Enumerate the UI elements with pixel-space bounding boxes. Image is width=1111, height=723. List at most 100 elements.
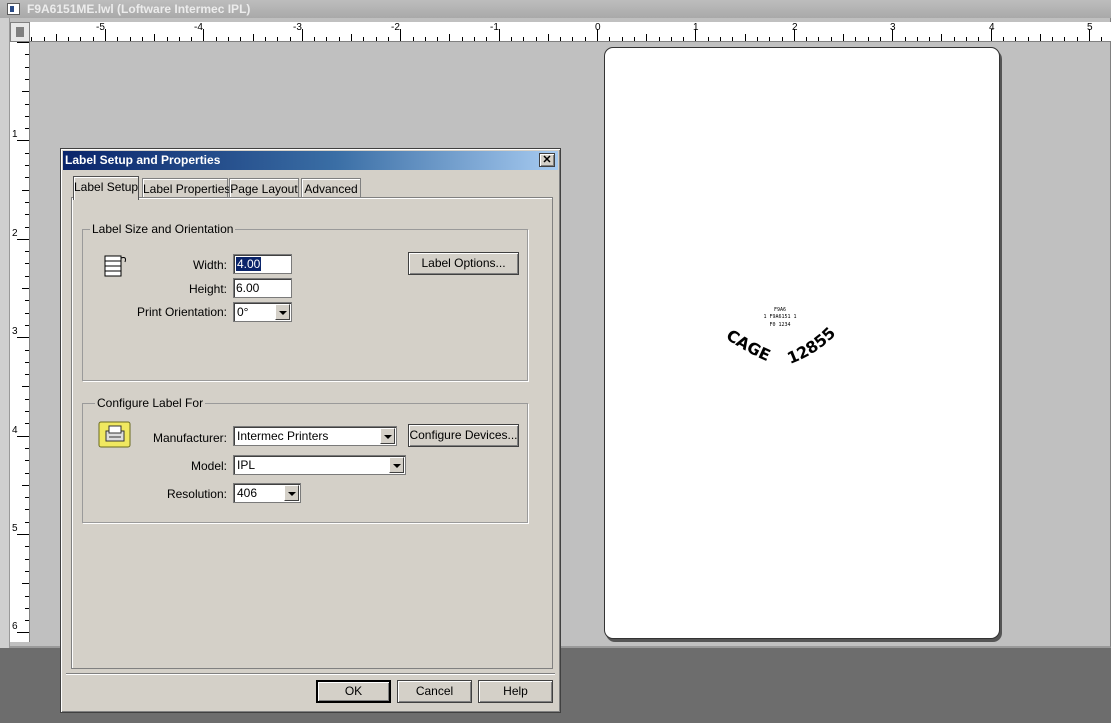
tab-label-setup[interactable]: Label Setup <box>73 176 139 200</box>
ruler-tick <box>25 497 29 498</box>
label-options-button[interactable]: Label Options... <box>408 252 519 275</box>
ruler-tick <box>22 190 29 191</box>
ruler-tick <box>351 34 352 41</box>
ruler-tick <box>806 37 807 41</box>
ruler-tick <box>1015 37 1016 41</box>
ruler-tick <box>855 37 856 41</box>
chevron-down-icon[interactable] <box>275 304 290 320</box>
ruler-tick <box>572 37 573 41</box>
label-arc-text-code: 12855 <box>784 323 839 368</box>
ruler-tick <box>25 473 29 474</box>
ruler-tick <box>25 448 29 449</box>
ruler-tick <box>22 288 29 289</box>
ruler-tick <box>191 37 192 41</box>
ruler-tick <box>117 37 118 41</box>
ruler-tick <box>954 37 955 41</box>
ruler-tick <box>1028 37 1029 41</box>
ruler-tick <box>339 37 340 41</box>
left-frame-strip <box>0 18 10 648</box>
ruler-tick <box>646 34 647 41</box>
ruler-label: -4 <box>194 22 203 33</box>
ruler-tick <box>253 34 254 41</box>
printer-icon <box>98 421 131 448</box>
ruler-tick <box>929 37 930 41</box>
ruler-tick <box>462 37 463 41</box>
ruler-label: 1 <box>12 129 18 140</box>
manufacturer-value: Intermec Printers <box>237 429 329 443</box>
ruler-tick <box>425 37 426 41</box>
ruler-tick <box>22 485 29 486</box>
ruler-tick <box>56 34 57 41</box>
ruler-tick <box>818 37 819 41</box>
ruler-label: -2 <box>391 22 400 33</box>
ruler-tick <box>1040 34 1041 41</box>
ruler-tick <box>290 37 291 41</box>
tab-page-layout[interactable]: Page Layout <box>229 178 299 199</box>
ruler-tick <box>44 37 45 41</box>
cancel-button[interactable]: Cancel <box>397 680 472 703</box>
ruler-tick <box>25 313 29 314</box>
ruler-tick <box>1003 37 1004 41</box>
ruler-tick <box>17 632 29 633</box>
ruler-tick <box>769 37 770 41</box>
manufacturer-label: Manufacturer: <box>152 431 227 445</box>
ruler-tick <box>1052 37 1053 41</box>
tab-label-properties[interactable]: Label Properties <box>142 178 230 199</box>
ruler-tick <box>634 37 635 41</box>
ruler-tick <box>31 37 32 41</box>
chevron-down-icon[interactable] <box>389 457 404 473</box>
ruler-tick <box>622 37 623 41</box>
vertical-ruler: 1 2 3 4 5 6 <box>10 42 30 642</box>
ruler-tick <box>376 37 377 41</box>
ruler-tick <box>302 29 303 41</box>
help-button[interactable]: Help <box>478 680 553 703</box>
resolution-select[interactable]: 406 <box>233 483 301 503</box>
ruler-tick <box>25 325 29 326</box>
print-orientation-select[interactable]: 0° <box>233 302 292 322</box>
configure-devices-button[interactable]: Configure Devices... <box>408 424 519 447</box>
width-field[interactable]: 4.00 <box>233 254 292 274</box>
ruler-tick <box>25 411 29 412</box>
ruler-tick <box>745 34 746 41</box>
ruler-tick <box>93 37 94 41</box>
manufacturer-select[interactable]: Intermec Printers <box>233 426 397 446</box>
ruler-tick <box>25 571 29 572</box>
ruler-tick <box>25 460 29 461</box>
ruler-tick <box>1077 37 1078 41</box>
label-arc-text-cage: CAGE <box>723 326 774 366</box>
print-orientation-label: Print Orientation: <box>136 305 227 319</box>
ruler-tick <box>17 42 29 43</box>
ruler-tick <box>25 559 29 560</box>
ruler-tick <box>388 37 389 41</box>
ruler-tick <box>941 34 942 41</box>
height-field[interactable]: 6.00 <box>233 278 292 298</box>
ok-button[interactable]: OK <box>316 680 391 703</box>
ruler-tick <box>25 128 29 129</box>
ruler-tick <box>499 29 500 41</box>
close-icon[interactable]: ✕ <box>539 153 555 167</box>
configure-label-group-title: Configure Label For <box>95 396 206 410</box>
label-small-line-2: 1 F9A6151 1 <box>763 314 796 320</box>
ruler-tick <box>966 37 967 41</box>
ruler-label: 2 <box>12 228 18 239</box>
dialog-title-bar[interactable]: Label Setup and Properties ✕ <box>63 151 558 170</box>
model-label: Model: <box>190 459 227 473</box>
label-small-line-3: F0 1234 <box>769 322 790 328</box>
tab-advanced[interactable]: Advanced <box>301 178 361 199</box>
ruler-tick <box>548 34 549 41</box>
chevron-down-icon[interactable] <box>284 485 299 501</box>
ruler-tick <box>25 362 29 363</box>
window-title-bar[interactable]: F9A6151ME.lwl (Loftware Intermec IPL) <box>0 0 1111 18</box>
label-preview-canvas[interactable]: F9A6 1 F9A6151 1 F0 1234 CAGE 12855 <box>604 47 1000 639</box>
ruler-label: -5 <box>96 22 105 33</box>
ruler-tick <box>25 620 29 621</box>
ruler-tick <box>523 37 524 41</box>
button-separator <box>66 673 555 675</box>
chevron-down-icon[interactable] <box>380 428 395 444</box>
dialog-title: Label Setup and Properties <box>65 153 221 167</box>
model-select[interactable]: IPL <box>233 455 406 475</box>
ruler-tick <box>22 386 29 387</box>
ruler-label: -3 <box>293 22 302 33</box>
label-setup-dialog: Label Setup and Properties ✕ Label Setup… <box>60 148 561 713</box>
ruler-corner-button[interactable] <box>10 22 30 42</box>
